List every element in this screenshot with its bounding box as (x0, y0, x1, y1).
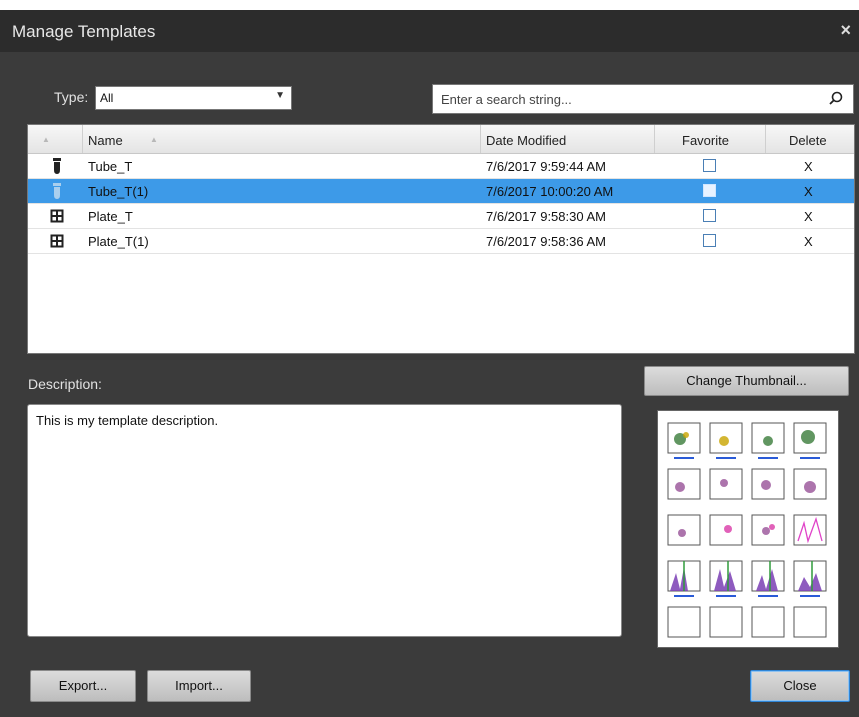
row-date: 7/6/2017 10:00:20 AM (486, 184, 614, 199)
favorite-checkbox[interactable] (703, 209, 716, 222)
close-icon[interactable]: × (840, 20, 851, 41)
description-textarea[interactable]: This is my template description. (27, 404, 622, 637)
delete-button[interactable]: X (804, 184, 813, 199)
dialog-title: Manage Templates (12, 22, 156, 41)
delete-button[interactable]: X (804, 159, 813, 174)
sort-arrow-icon[interactable]: ▲ (42, 135, 50, 144)
delete-button[interactable]: X (804, 234, 813, 249)
row-name: Plate_T(1) (88, 234, 149, 249)
templates-table: ▲ Name ▲ Date Modified Favorite Delete T… (27, 124, 855, 354)
row-name: Tube_T(1) (88, 184, 149, 199)
delete-button[interactable]: X (804, 209, 813, 224)
column-divider (765, 125, 766, 153)
favorite-checkbox[interactable] (703, 159, 716, 172)
row-date: 7/6/2017 9:58:36 AM (486, 234, 606, 249)
row-name: Tube_T (88, 159, 133, 174)
column-header-favorite[interactable]: Favorite (682, 133, 729, 148)
column-header-name[interactable]: Name (88, 133, 123, 148)
search-box (432, 84, 854, 114)
column-divider (480, 125, 481, 153)
tube-icon (53, 158, 61, 174)
search-icon[interactable] (829, 91, 843, 105)
export-button[interactable]: Export... (30, 670, 136, 702)
table-row[interactable]: Plate_T 7/6/2017 9:58:30 AM X (28, 204, 854, 229)
row-name: Plate_T (88, 209, 133, 224)
close-button[interactable]: Close (750, 670, 850, 702)
column-divider (654, 125, 655, 153)
row-date: 7/6/2017 9:59:44 AM (486, 159, 606, 174)
sort-arrow-icon: ▲ (150, 135, 158, 144)
type-dropdown-value: All (100, 91, 114, 105)
change-thumbnail-button[interactable]: Change Thumbnail... (644, 366, 849, 396)
description-label: Description: (28, 376, 102, 392)
manage-templates-dialog: Manage Templates × Type: All ▼ ▲ Name ▲ … (0, 10, 859, 717)
description-text: This is my template description. (36, 413, 219, 428)
template-thumbnail (657, 410, 839, 648)
table-row[interactable]: Plate_T(1) 7/6/2017 9:58:36 AM X (28, 229, 854, 254)
column-header-delete[interactable]: Delete (789, 133, 827, 148)
column-header-date[interactable]: Date Modified (486, 133, 566, 148)
plate-icon (50, 209, 64, 223)
import-button[interactable]: Import... (147, 670, 251, 702)
tube-icon (53, 183, 61, 199)
search-input[interactable] (439, 89, 813, 109)
thumbnail-image (667, 422, 827, 638)
title-bar: Manage Templates × (0, 10, 859, 52)
table-row-selected[interactable]: Tube_T(1) 7/6/2017 10:00:20 AM X (28, 179, 854, 204)
type-label: Type: (54, 89, 89, 105)
favorite-checkbox[interactable] (703, 234, 716, 247)
table-header: ▲ Name ▲ Date Modified Favorite Delete (28, 125, 854, 154)
chevron-down-icon: ▼ (275, 90, 285, 101)
row-date: 7/6/2017 9:58:30 AM (486, 209, 606, 224)
column-divider (82, 125, 83, 153)
plate-icon (50, 234, 64, 248)
type-dropdown[interactable]: All ▼ (95, 86, 292, 110)
favorite-checkbox[interactable] (703, 184, 716, 197)
table-row[interactable]: Tube_T 7/6/2017 9:59:44 AM X (28, 154, 854, 179)
